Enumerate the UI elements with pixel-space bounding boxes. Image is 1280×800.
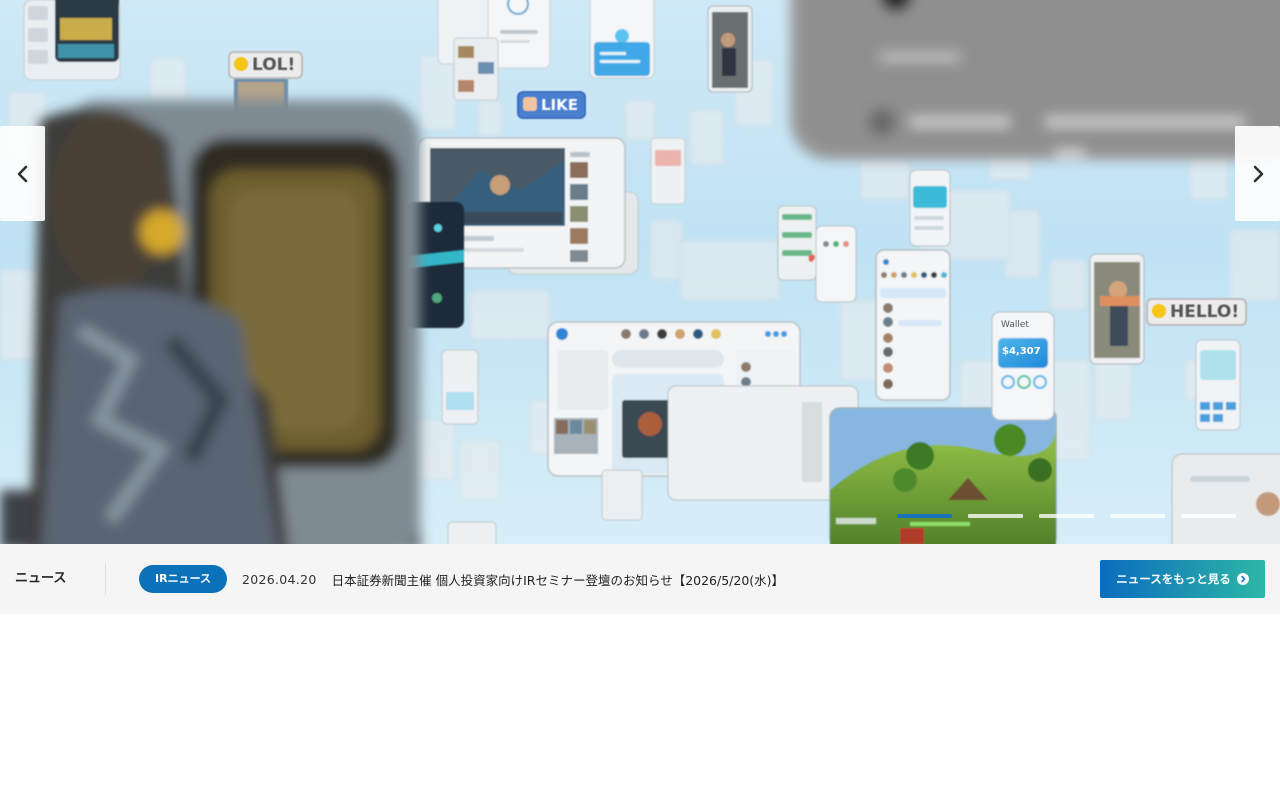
slider-prev-button[interactable] — [0, 126, 45, 221]
more-news-label: ニュースをもっと見る — [1116, 572, 1231, 586]
chevron-left-icon — [17, 165, 27, 182]
slide-indicator-2[interactable] — [968, 514, 1023, 518]
hero-slider: LOL! LIKE HELLO! Wallet $4,307 — [0, 0, 1280, 544]
slide-indicator-3[interactable] — [1039, 514, 1094, 518]
hero-background-image — [0, 0, 1280, 544]
wallet-card-title: Wallet — [1001, 320, 1029, 330]
arrow-circle-right-icon — [1236, 573, 1249, 585]
lol-bubble: LOL! — [228, 51, 304, 79]
slide-indicator-4[interactable] — [1110, 514, 1165, 518]
news-date: 2026.04.20 — [242, 571, 317, 587]
news-headline-link[interactable]: 日本証券新聞主催 個人投資家向けIRセミナー登壇のお知らせ【2026/5/20(… — [332, 570, 784, 589]
slide-indicator-1[interactable] — [897, 514, 952, 518]
heart-eyes-emoji-icon — [1152, 304, 1166, 318]
slide-indicator-5[interactable] — [1181, 514, 1236, 518]
slider-next-button[interactable] — [1235, 126, 1280, 221]
chevron-right-icon — [1253, 165, 1263, 182]
news-category-tag[interactable]: IRニュース — [139, 565, 228, 593]
slide-indicator-progress — [897, 514, 952, 518]
laughing-emoji-icon — [234, 57, 248, 71]
hello-bubble-text: HELLO! — [1170, 302, 1240, 322]
like-bubble: LIKE — [517, 91, 587, 119]
news-bar: ニュース IRニュース 2026.04.20 日本証券新聞主催 個人投資家向けI… — [0, 544, 1280, 614]
wallet-card-amount: $4,307 — [1002, 346, 1041, 357]
thumbs-up-icon — [523, 97, 537, 111]
more-news-button[interactable]: ニュースをもっと見る — [1100, 560, 1265, 598]
like-bubble-text: LIKE — [541, 96, 579, 114]
slider-pagination — [897, 514, 1236, 518]
hello-bubble: HELLO! — [1146, 298, 1248, 326]
lol-bubble-text: LOL! — [252, 55, 296, 75]
news-section-label: ニュース — [0, 563, 106, 595]
